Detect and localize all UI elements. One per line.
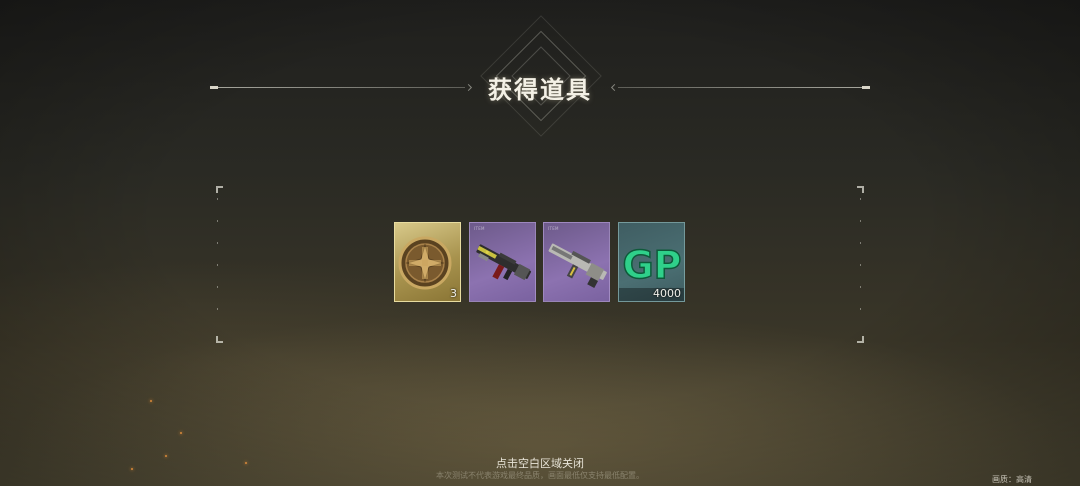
ember (180, 432, 182, 434)
item-count: 4000 (653, 287, 681, 300)
ember (150, 400, 152, 402)
frame-dash-left (217, 198, 218, 330)
reward-items: 3 ITEM ITEM GP 4000 (394, 222, 686, 303)
item-count: 3 (450, 287, 457, 300)
title-divider-right (618, 86, 870, 89)
frame-corner-bottom-right (857, 336, 864, 343)
frame-corner-top-left (216, 186, 223, 193)
page-title: 获得道具 (488, 76, 592, 104)
quality-label: 画质：高清 (992, 475, 1032, 484)
title-divider-left (210, 86, 465, 89)
rifle-icon (548, 243, 607, 289)
frame-dash-right (860, 198, 861, 330)
ember (131, 468, 133, 470)
disclaimer-text: 本次测试不代表游戏最终品质，画面最低仅支持最低配置。 (436, 471, 644, 480)
ember (245, 462, 247, 464)
reward-item-gp[interactable]: GP 4000 (618, 222, 685, 302)
close-hint[interactable]: 点击空白区域关闭 (440, 455, 640, 471)
rifle-icon (476, 244, 532, 281)
ember (165, 455, 167, 457)
reward-item-rifle-1[interactable]: ITEM (469, 222, 536, 302)
frame-corner-bottom-left (216, 336, 223, 343)
frame-corner-top-right (857, 186, 864, 193)
reward-item-medal[interactable]: 3 (394, 222, 461, 302)
gp-label: GP (622, 243, 681, 287)
reward-item-rifle-2[interactable]: ITEM (543, 222, 610, 302)
